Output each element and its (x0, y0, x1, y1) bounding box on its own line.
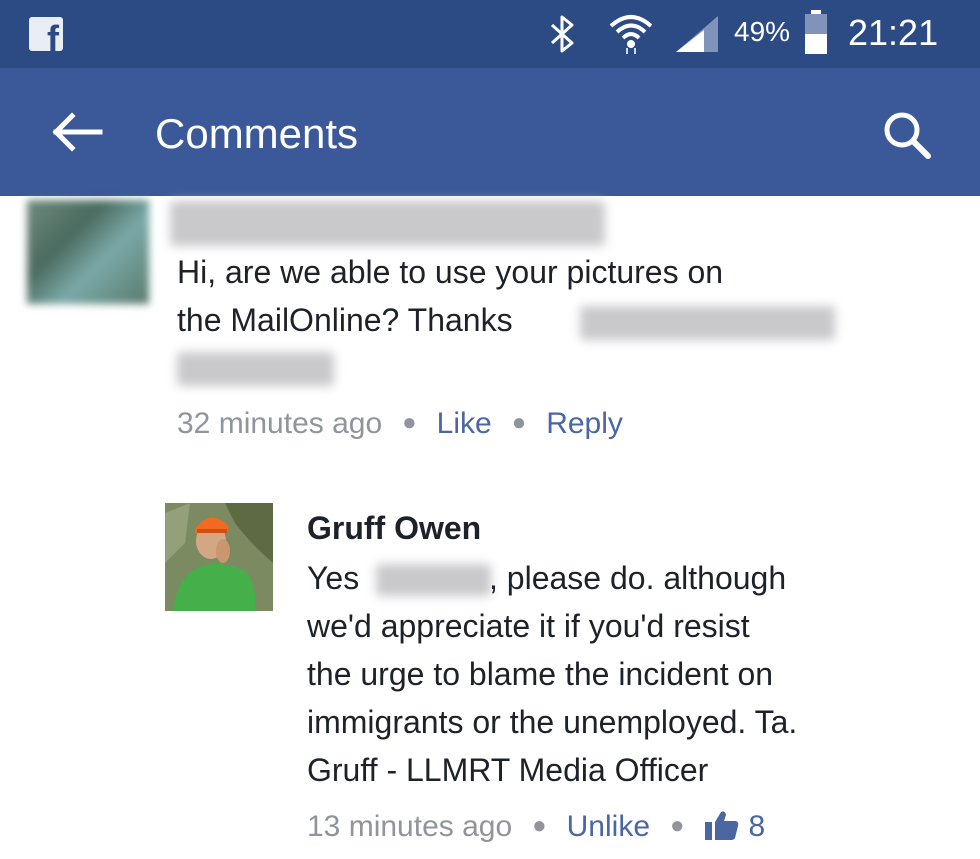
comment-text: , please do. although (489, 560, 787, 596)
avatar[interactable] (165, 503, 273, 611)
like-count[interactable]: 8 (704, 810, 766, 843)
mention-redacted[interactable] (376, 564, 491, 596)
comment-text: immigrants or the unemployed. Ta. (307, 704, 798, 740)
comment-text: we'd appreciate it if you'd resist (307, 608, 750, 644)
battery-icon (805, 10, 827, 54)
comment-text: Gruff - LLMRT Media Officer (307, 752, 709, 788)
back-arrow-icon[interactable] (50, 110, 104, 154)
comment-text: the MailOnline? Thanks (177, 302, 513, 338)
unlike-button[interactable]: Unlike (567, 810, 650, 843)
comment-text: Hi, are we able to use your pictures on (177, 254, 724, 290)
comment-timestamp: 32 minutes ago (177, 407, 383, 440)
separator-dot: ● (532, 812, 547, 839)
bluetooth-icon (550, 15, 574, 53)
page-title: Comments (155, 110, 359, 157)
comment-actions: 32 minutes ago ● Like ● Reply (177, 407, 623, 441)
app-bar: Comments (0, 68, 980, 196)
comment-text: the urge to blame the incident on (307, 656, 774, 692)
status-bar: f 49% 21:21 (0, 0, 980, 68)
author-name-redacted[interactable] (170, 201, 605, 246)
separator-dot: ● (402, 409, 417, 436)
like-button[interactable]: Like (437, 407, 492, 440)
comment-timestamp: 13 minutes ago (307, 810, 513, 843)
battery-percentage: 49% (734, 16, 791, 47)
reply-button[interactable]: Reply (546, 407, 623, 440)
thumbs-up-icon (704, 811, 738, 840)
comment-author[interactable]: Gruff Owen (307, 510, 481, 547)
avatar-image (165, 503, 273, 611)
separator-dot: ● (511, 409, 527, 436)
clock: 21:21 (848, 12, 939, 53)
search-icon[interactable] (882, 110, 934, 162)
comment-actions: 13 minutes ago ● Unlike ● 8 (307, 810, 765, 844)
signal-icon (676, 16, 718, 52)
facebook-notification-icon: f (29, 17, 63, 51)
mention-redacted[interactable] (177, 352, 334, 386)
separator-dot: ● (670, 812, 685, 839)
comment-text: Yes (307, 560, 360, 596)
avatar[interactable] (27, 200, 149, 304)
like-count-value: 8 (748, 810, 766, 843)
mention-redacted[interactable] (580, 306, 835, 340)
wifi-icon (609, 15, 653, 54)
